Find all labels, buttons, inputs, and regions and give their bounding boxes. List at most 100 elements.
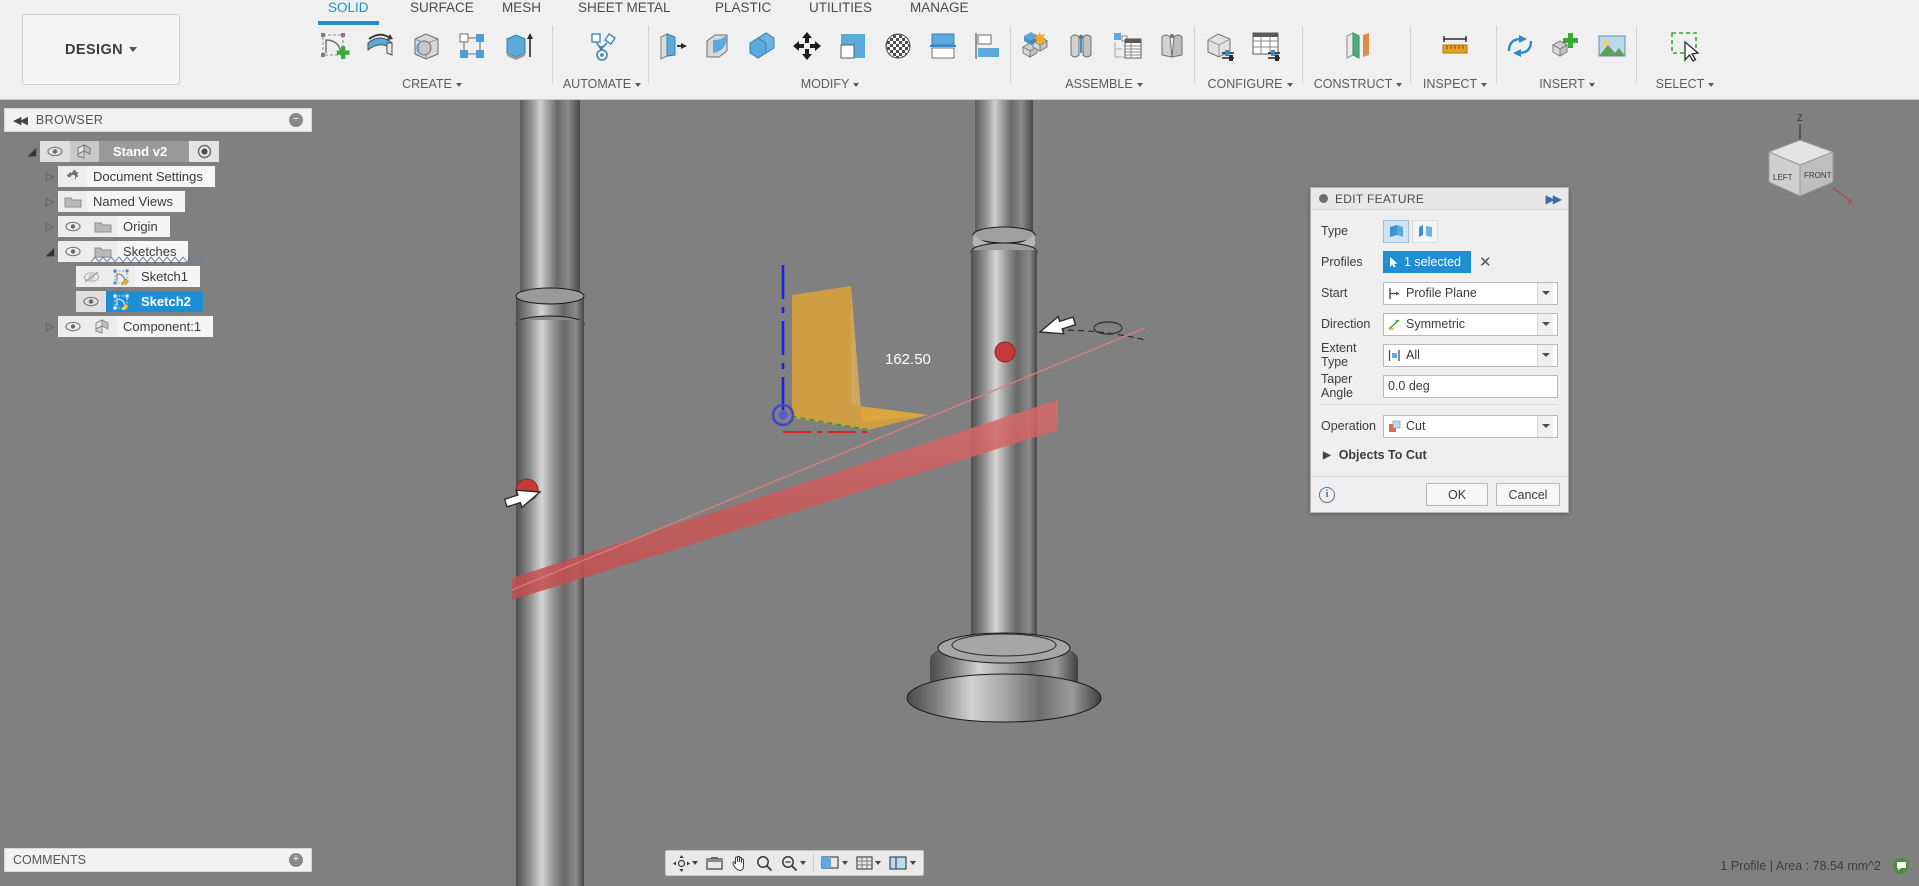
automate-icon[interactable] xyxy=(580,24,624,68)
tree-item-sketch1[interactable]: Sketch1 xyxy=(4,264,312,289)
config-table-icon[interactable] xyxy=(1244,24,1288,68)
cancel-button[interactable]: Cancel xyxy=(1496,483,1560,506)
panel-title-inspect[interactable]: INSPECT xyxy=(1412,77,1498,91)
profile-extrude-icon[interactable] xyxy=(1383,219,1409,243)
pattern-icon[interactable] xyxy=(450,24,494,68)
extrude-icon[interactable] xyxy=(496,24,540,68)
panel-title-modify[interactable]: MODIFY xyxy=(650,77,1010,91)
panel-title-construct[interactable]: CONSTRUCT xyxy=(1306,77,1410,91)
direction-dropdown[interactable]: Symmetric xyxy=(1383,312,1558,336)
rigid-group-icon[interactable] xyxy=(1151,24,1195,68)
tab-utilities[interactable]: UTILITIES xyxy=(809,0,872,15)
chevron-down-icon[interactable] xyxy=(1537,344,1553,366)
zoom-icon[interactable] xyxy=(752,851,777,875)
expand-right-icon[interactable]: ▶▶ xyxy=(1546,192,1563,206)
tree-item-stand-v2[interactable]: Stand v2 xyxy=(4,139,312,164)
sphere-icon[interactable] xyxy=(404,24,448,68)
revolve-icon[interactable] xyxy=(358,24,402,68)
objects-to-cut-section[interactable]: ▶ Objects To Cut xyxy=(1311,444,1568,472)
info-icon[interactable]: i xyxy=(1319,486,1335,503)
expander-icon[interactable] xyxy=(42,320,58,333)
press-pull-icon[interactable] xyxy=(650,24,693,68)
tree-item-sketches[interactable]: Sketches xyxy=(4,239,312,264)
display-settings-icon[interactable] xyxy=(817,851,852,875)
pan-icon[interactable] xyxy=(727,851,752,875)
panel-title-create[interactable]: CREATE xyxy=(312,77,552,91)
taper-angle-input[interactable]: 0.0 deg xyxy=(1383,374,1558,398)
panel-title-assemble[interactable]: ASSEMBLE xyxy=(1014,77,1194,91)
minus-icon[interactable]: − xyxy=(289,113,303,127)
tree-item-named-views[interactable]: Named Views xyxy=(4,189,312,214)
orbit-icon[interactable] xyxy=(669,851,702,875)
visibility-eye-icon[interactable] xyxy=(40,141,70,162)
chevron-down-icon[interactable] xyxy=(910,861,916,865)
plus-icon[interactable]: + xyxy=(289,853,303,867)
tab-mesh[interactable]: MESH xyxy=(502,0,541,15)
shell-icon[interactable] xyxy=(741,24,784,68)
collapse-left-icon[interactable]: ◀◀ xyxy=(13,114,28,127)
panel-title-insert[interactable]: INSERT xyxy=(1498,77,1636,91)
visibility-eye-icon[interactable] xyxy=(58,216,88,237)
chevron-down-icon[interactable] xyxy=(842,861,848,865)
dialog-title-bar[interactable]: EDIT FEATURE ▶▶ xyxy=(1311,188,1568,210)
chevron-down-icon[interactable] xyxy=(875,861,881,865)
chevron-down-icon[interactable] xyxy=(1537,313,1553,335)
comment-badge-icon[interactable] xyxy=(1893,858,1909,874)
expander-icon[interactable] xyxy=(42,220,58,233)
material-icon[interactable] xyxy=(876,24,919,68)
ok-button[interactable]: OK xyxy=(1426,483,1488,506)
motion-study-icon[interactable] xyxy=(1105,24,1149,68)
chevron-right-icon[interactable]: ▶ xyxy=(1323,450,1331,461)
view-cube[interactable]: Z LEFT FRONT X xyxy=(1747,110,1857,210)
tab-plastic[interactable]: PLASTIC xyxy=(715,0,771,15)
chevron-down-icon[interactable] xyxy=(800,861,806,865)
zoom-window-icon[interactable] xyxy=(777,851,810,875)
expander-icon[interactable] xyxy=(24,145,40,158)
move-copy-icon[interactable] xyxy=(786,24,829,68)
thin-extrude-icon[interactable] xyxy=(1412,219,1438,243)
start-dropdown[interactable]: Profile Plane xyxy=(1383,281,1558,305)
visibility-eye-icon[interactable] xyxy=(76,291,106,312)
chevron-down-icon[interactable] xyxy=(692,861,698,865)
operation-dropdown[interactable]: Cut xyxy=(1383,414,1558,438)
profiles-selection-chip[interactable]: 1 selected xyxy=(1383,251,1471,273)
extent-type-dropdown[interactable]: All xyxy=(1383,343,1558,367)
fillet-icon[interactable] xyxy=(695,24,738,68)
chevron-down-icon[interactable] xyxy=(1537,282,1553,304)
comments-panel[interactable]: COMMENTS + xyxy=(4,848,312,872)
minus-circle-icon[interactable] xyxy=(1319,194,1328,203)
browser-header[interactable]: ◀◀ BROWSER − xyxy=(4,108,312,132)
new-component-icon[interactable] xyxy=(1014,24,1058,68)
viewports-icon[interactable] xyxy=(885,851,920,875)
panel-title-select[interactable]: SELECT xyxy=(1638,77,1732,91)
offset-plane-icon[interactable] xyxy=(1336,24,1380,68)
visibility-eye-icon[interactable] xyxy=(58,316,88,337)
chevron-down-icon[interactable] xyxy=(1537,415,1553,437)
split-face-icon[interactable] xyxy=(922,24,965,68)
tree-item-origin[interactable]: Origin xyxy=(4,214,312,239)
expander-icon[interactable] xyxy=(42,195,58,208)
configure-icon[interactable] xyxy=(1198,24,1242,68)
tab-surface[interactable]: SURFACE xyxy=(410,0,474,15)
panel-title-configure[interactable]: CONFIGURE xyxy=(1198,77,1302,91)
close-icon[interactable]: ✕ xyxy=(1479,253,1492,271)
insert-derive-icon[interactable] xyxy=(1498,24,1542,68)
workspace-switcher[interactable]: DESIGN xyxy=(22,14,180,85)
panel-title-automate[interactable]: AUTOMATE xyxy=(556,77,648,91)
active-component-radio[interactable] xyxy=(189,141,220,162)
tree-item-component-1[interactable]: Component:1 xyxy=(4,314,312,339)
look-at-icon[interactable] xyxy=(702,851,727,875)
extrude-dimension-label[interactable]: 162.50 xyxy=(885,351,931,368)
insert-mcmaster-icon[interactable] xyxy=(1544,24,1588,68)
measure-icon[interactable] xyxy=(1433,24,1477,68)
create-sketch-icon[interactable] xyxy=(312,24,356,68)
tab-solid[interactable]: SOLID xyxy=(318,0,379,25)
visibility-eye-off-icon[interactable] xyxy=(76,266,106,287)
visibility-eye-icon[interactable] xyxy=(58,241,88,262)
tree-item-document-settings[interactable]: Document Settings xyxy=(4,164,312,189)
tree-item-sketch2[interactable]: Sketch2 xyxy=(4,289,312,314)
combine-icon[interactable] xyxy=(831,24,874,68)
select-cursor-icon[interactable] xyxy=(1663,24,1707,68)
grid-snap-icon[interactable] xyxy=(852,851,885,875)
insert-canvas-icon[interactable] xyxy=(1590,24,1634,68)
